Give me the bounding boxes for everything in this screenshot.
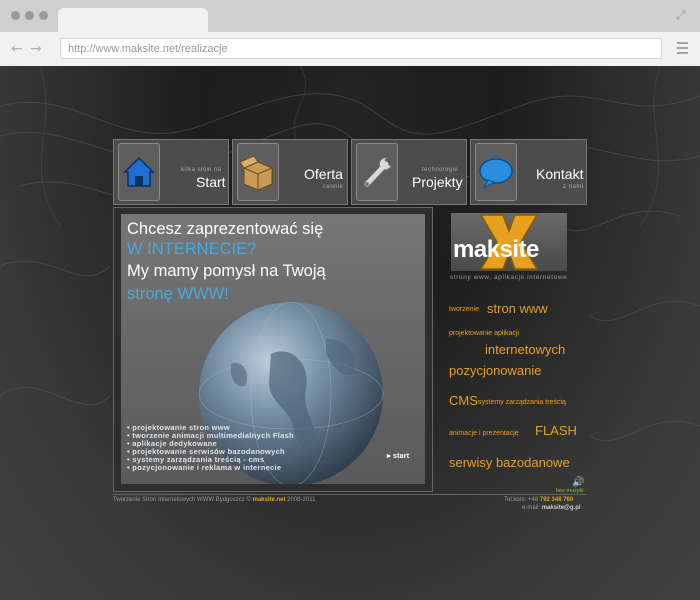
footer-divider	[113, 494, 587, 495]
footer-years: 2008-2011	[287, 497, 316, 503]
tag-stron-www[interactable]: stron www	[487, 301, 548, 316]
tag-serwisy-bazodanowe[interactable]: serwisy bazodanowe	[449, 455, 570, 470]
tag-projektowanie-aplikacji[interactable]: projektowanie aplikacji	[449, 330, 519, 337]
tag-systemy[interactable]: systemy zarządzania treścią	[478, 399, 566, 406]
page-content: kilka słów na Start Oferta cennik techno…	[0, 66, 700, 600]
forward-arrow-icon[interactable]: →	[30, 41, 42, 57]
hero-panel: Chcesz zaprezentować się W INTERNECIE? M…	[113, 207, 433, 492]
email-label: e-mail:	[522, 505, 541, 511]
browser-chrome: ⤢ ← → http://www.maksite.net/realizacje	[0, 0, 700, 67]
window-dot-minimize[interactable]	[25, 11, 34, 20]
window-dot-maximize[interactable]	[39, 11, 48, 20]
nav-item-oferta[interactable]: Oferta cennik	[232, 139, 348, 205]
hero-inner: Chcesz zaprezentować się W INTERNECIE? M…	[121, 214, 425, 484]
nav-oferta-subtitle: cennik	[323, 184, 344, 190]
phone-number[interactable]: 792 348 760	[540, 497, 573, 503]
nav-projekty-subtitle: technologie	[422, 167, 459, 173]
nav-projekty-label: Projekty	[412, 174, 463, 190]
hero-heading-1: Chcesz zaprezentować się	[127, 220, 324, 238]
browser-menu-icon[interactable]	[677, 42, 688, 57]
footer-copyright: Tworzenie Stron Internetowych WWW Bydgos…	[113, 497, 315, 503]
footer-email: e-mail: maksite@g.pl	[522, 505, 581, 511]
nav-oferta-label: Oferta	[304, 166, 343, 182]
speech-bubble-icon	[475, 143, 517, 201]
logo-text: maksite	[453, 236, 539, 263]
house-icon	[118, 143, 160, 201]
speaker-icon[interactable]: 🔊	[572, 477, 584, 488]
fullscreen-icon[interactable]: ⤢	[676, 9, 688, 21]
tag-flash[interactable]: FLASH	[535, 423, 577, 438]
tag-pozycjonowanie[interactable]: pozycjonowanie	[449, 363, 542, 378]
window-dot-close[interactable]	[11, 11, 20, 20]
wrench-icon	[356, 143, 398, 201]
back-arrow-icon[interactable]: ←	[11, 41, 23, 57]
main-nav: kilka słów na Start Oferta cennik techno…	[113, 139, 587, 205]
email-link[interactable]: maksite@g.pl	[542, 505, 581, 511]
nav-kontakt-label: Kontakt	[536, 166, 584, 182]
tab-bar: ⤢	[0, 0, 700, 32]
nav-kontakt-subtitle: z nami	[563, 184, 584, 190]
footer-site-link[interactable]: maksite.net	[252, 497, 285, 503]
nav-item-kontakt[interactable]: Kontakt z nami	[470, 139, 587, 205]
address-bar[interactable]: http://www.maksite.net/realizacje	[60, 38, 662, 59]
hero-heading-3: My mamy pomysł na Twoją	[127, 262, 326, 280]
list-item: • pozycjonowanie i reklama w internecie	[127, 463, 282, 472]
hero-heading-2: W INTERNECIE?	[127, 240, 257, 258]
tag-internetowych[interactable]: internetowych	[485, 342, 565, 357]
nav-start-label: Start	[196, 174, 226, 190]
tag-tworzenie[interactable]: tworzenie	[449, 306, 479, 313]
hero-heading-4: stronę WWW!	[127, 285, 229, 303]
logo-subtitle: strony www, aplikacje internetowe	[450, 274, 568, 281]
footer-phone: Tel.kom: +48 792 348 760	[504, 497, 573, 503]
phone-label: Tel.kom: +48	[504, 497, 539, 503]
nav-item-projekty[interactable]: technologie Projekty	[351, 139, 467, 205]
box-icon	[237, 143, 279, 201]
nav-start-subtitle: kilka słów na	[181, 167, 222, 173]
nav-item-start[interactable]: kilka słów na Start	[113, 139, 229, 205]
tag-cms[interactable]: CMS	[449, 393, 478, 408]
footer-text: Tworzenie Stron Internetowych WWW Bydgos…	[113, 497, 251, 503]
browser-toolbar: ← → http://www.maksite.net/realizacje	[0, 32, 700, 67]
services-list: • projektowanie stron www • tworzenie an…	[127, 424, 294, 472]
tag-animacje[interactable]: animacje i prezentacje	[449, 430, 519, 437]
browser-tab[interactable]	[58, 8, 208, 32]
start-link[interactable]: ▸ start	[387, 451, 409, 460]
start-link-label: start	[392, 451, 410, 460]
